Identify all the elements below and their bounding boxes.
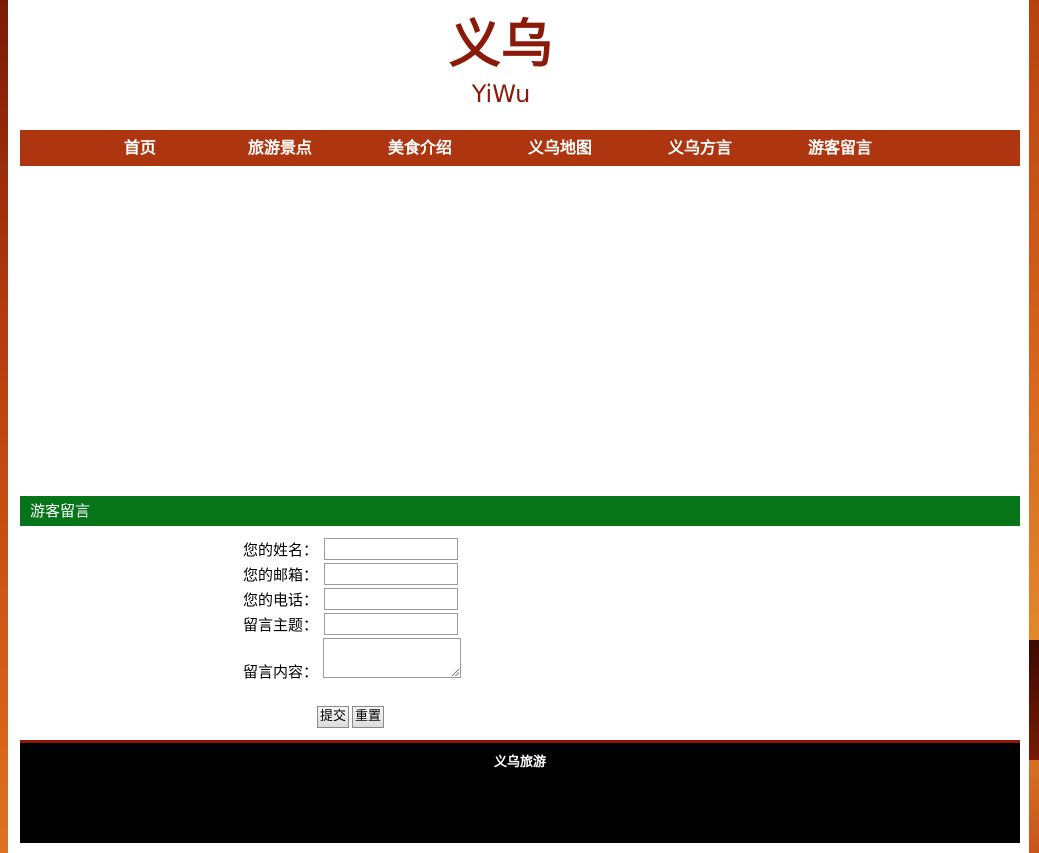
nav-item-home[interactable]: 首页 [70, 130, 210, 166]
section-header: 游客留言 [20, 496, 1020, 526]
footer-text: 义乌旅游 [493, 755, 546, 770]
submit-button[interactable]: 提交 [317, 706, 350, 728]
nav-item-dialect[interactable]: 义乌方言 [630, 130, 770, 166]
section-title: 游客留言 [30, 502, 91, 520]
phone-input[interactable] [324, 588, 458, 610]
nav-item-attractions[interactable]: 旅游景点 [210, 130, 350, 166]
guestbook-form: 您的姓名： 您的邮箱： 您的电话： 留言主题： 留言内容： 提交 重置 [8, 526, 1029, 740]
resize-grip-icon[interactable] [452, 669, 459, 676]
header: 义乌 YiWu [8, 0, 1029, 130]
nav-item-guestbook[interactable]: 游客留言 [770, 130, 910, 166]
phone-label: 您的电话： [242, 591, 318, 609]
content-textarea[interactable] [323, 638, 461, 678]
content-label: 留言内容： [242, 663, 318, 681]
subject-label: 留言主题： [242, 616, 318, 634]
subject-input[interactable] [324, 613, 458, 635]
site-title: 义乌 [448, 15, 553, 75]
nav-item-map[interactable]: 义乌地图 [490, 130, 630, 166]
footer: 义乌旅游 [20, 743, 1020, 843]
background-decoration [1029, 640, 1039, 760]
reset-button[interactable]: 重置 [352, 706, 385, 728]
nav-item-food[interactable]: 美食介绍 [350, 130, 490, 166]
main-nav: 首页 旅游景点 美食介绍 义乌地图 义乌方言 游客留言 [20, 130, 1020, 166]
page: 义乌 YiWu 首页 旅游景点 美食介绍 义乌地图 义乌方言 游客留言 游客留言… [8, 0, 1029, 853]
email-input[interactable] [324, 563, 458, 585]
email-label: 您的邮箱： [242, 566, 318, 584]
content-area [20, 166, 1020, 496]
name-label: 您的姓名： [242, 541, 318, 559]
name-input[interactable] [324, 538, 458, 560]
site-subtitle: YiWu [471, 80, 531, 108]
